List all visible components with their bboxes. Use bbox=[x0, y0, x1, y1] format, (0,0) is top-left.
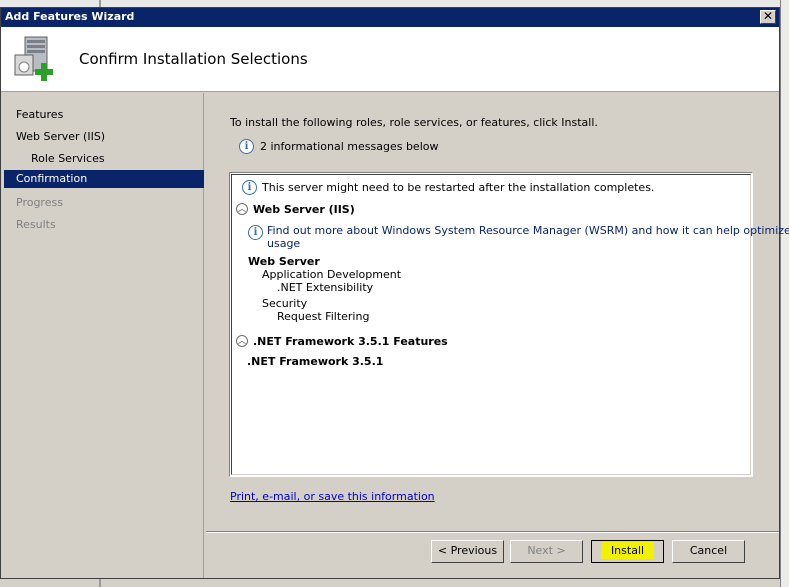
panel-border bbox=[231, 174, 751, 475]
instruction-text: To install the following roles, role ser… bbox=[230, 116, 598, 129]
footer-divider bbox=[206, 531, 779, 533]
main-content: To install the following roles, role ser… bbox=[206, 93, 789, 578]
net-extensibility: .NET Extensibility bbox=[277, 281, 374, 294]
security: Security bbox=[262, 297, 308, 310]
web-server-group: Web Server bbox=[248, 255, 320, 268]
server-add-icon bbox=[14, 36, 53, 81]
application-development: Application Development bbox=[262, 268, 402, 281]
install-button-label: Install bbox=[600, 542, 655, 559]
selections-panel[interactable]: i This server might need to be restarted… bbox=[229, 172, 789, 477]
step-role-services[interactable]: Role Services bbox=[4, 150, 204, 168]
wsrm-link-continued[interactable]: usage bbox=[267, 237, 300, 250]
restart-note: This server might need to be restarted a… bbox=[262, 181, 655, 194]
collapse-icon[interactable]: ︿ bbox=[236, 203, 248, 215]
wsrm-link[interactable]: Find out more about Windows System Resou… bbox=[267, 224, 789, 237]
wizard-window: Add Features Wizard ✕ Confirm Installati… bbox=[0, 7, 789, 579]
step-results: Results bbox=[16, 218, 56, 231]
section-web-server-iis: Web Server (IIS) bbox=[253, 203, 355, 216]
step-confirmation[interactable]: Confirmation bbox=[4, 170, 204, 188]
step-progress: Progress bbox=[16, 196, 63, 209]
close-button[interactable]: ✕ bbox=[760, 10, 776, 24]
wizard-header: Confirm Installation Selections bbox=[1, 27, 779, 92]
step-features[interactable]: Features bbox=[4, 106, 204, 124]
background-window-edge bbox=[780, 0, 789, 587]
page-title: Confirm Installation Selections bbox=[79, 50, 308, 68]
title-bar[interactable]: Add Features Wizard ✕ bbox=[1, 8, 779, 27]
info-icon: i bbox=[239, 139, 254, 154]
window-title: Add Features Wizard bbox=[5, 10, 135, 23]
cancel-button[interactable]: Cancel bbox=[672, 540, 745, 563]
info-icon: i bbox=[248, 225, 263, 240]
message-count-text: 2 informational messages below bbox=[260, 140, 439, 153]
next-button[interactable]: Next > bbox=[510, 540, 583, 563]
net-framework-item: .NET Framework 3.5.1 bbox=[247, 355, 384, 368]
collapse-icon[interactable]: ︿ bbox=[236, 335, 248, 347]
wizard-steps-sidebar: Features Web Server (IIS) Role Services … bbox=[4, 93, 204, 578]
previous-button[interactable]: < Previous bbox=[431, 540, 504, 563]
install-button[interactable]: Install bbox=[591, 540, 664, 563]
print-email-save-link[interactable]: Print, e-mail, or save this information bbox=[230, 490, 435, 503]
close-icon: ✕ bbox=[762, 9, 774, 23]
step-web-server-iis[interactable]: Web Server (IIS) bbox=[4, 128, 204, 146]
request-filtering: Request Filtering bbox=[277, 310, 370, 323]
info-icon: i bbox=[242, 180, 257, 195]
background-divider bbox=[99, 578, 101, 587]
section-net-framework: .NET Framework 3.5.1 Features bbox=[253, 335, 448, 348]
